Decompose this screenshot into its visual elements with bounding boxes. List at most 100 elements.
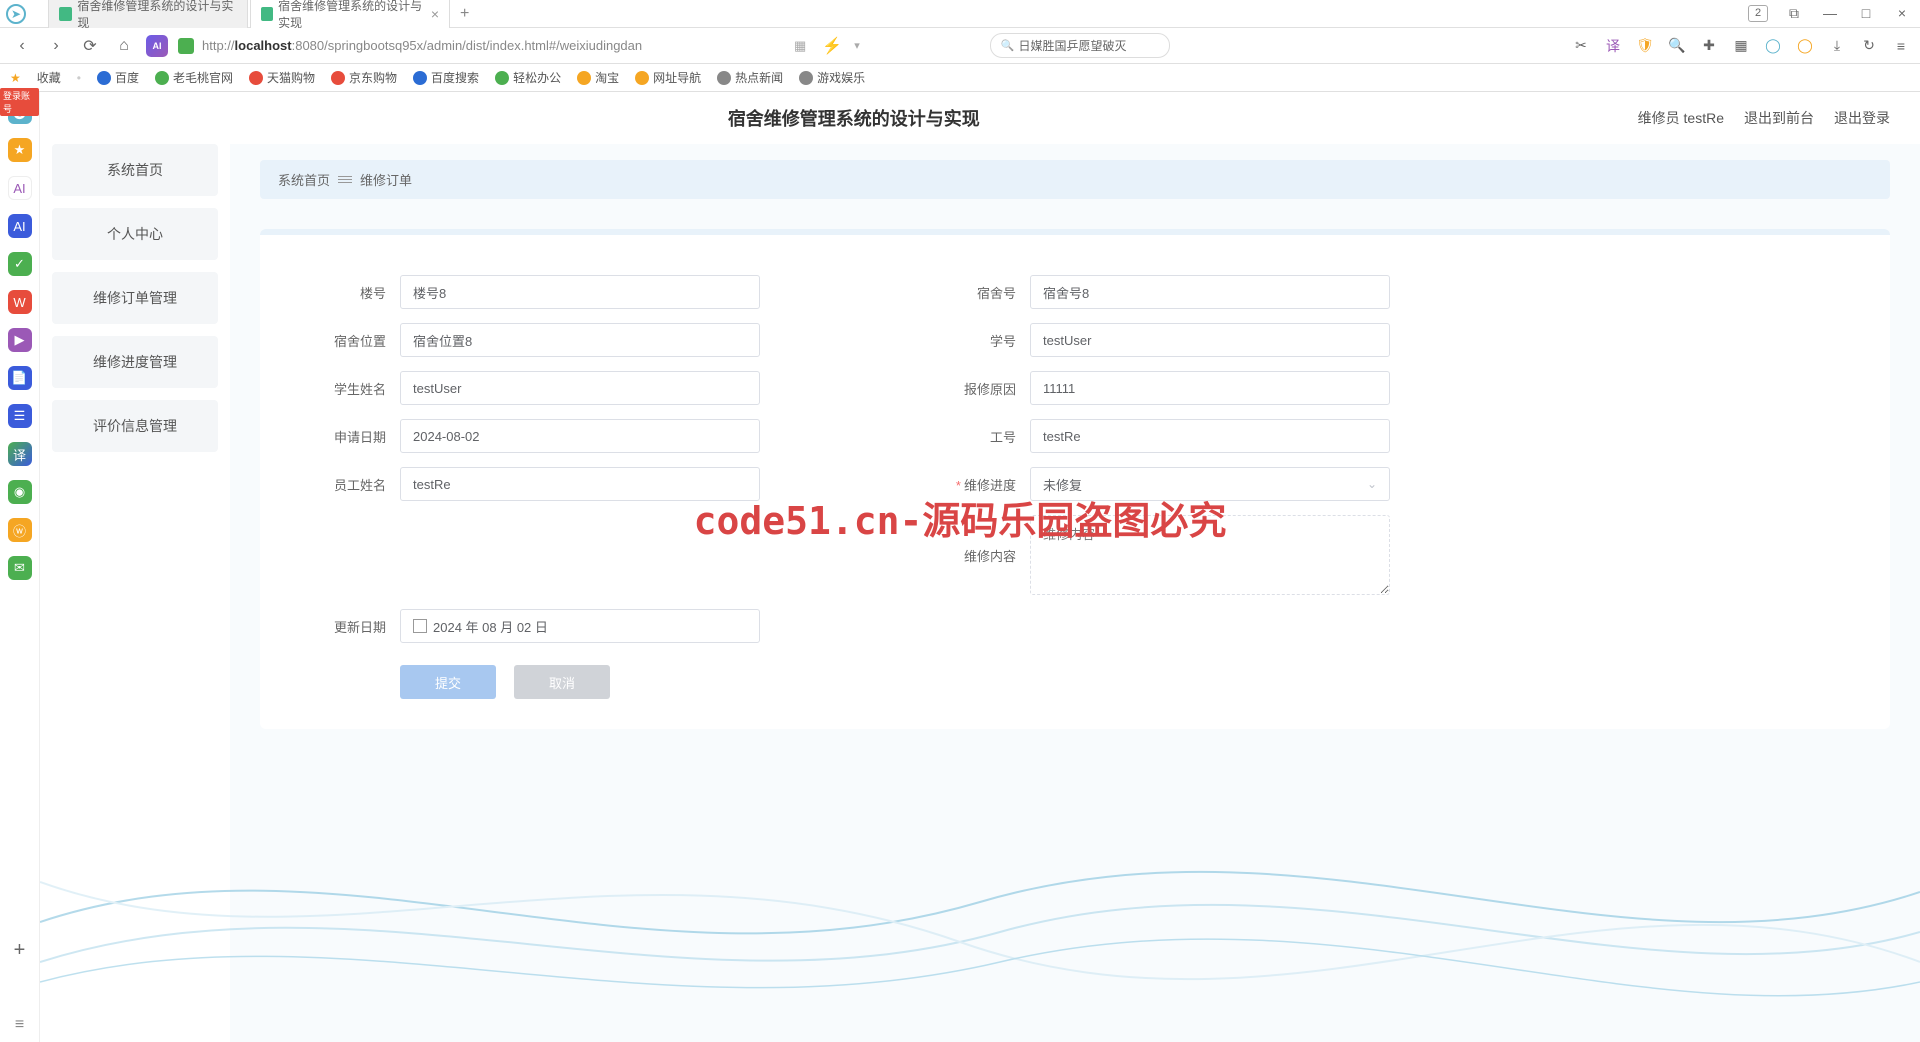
sidebar-item-reviews[interactable]: 评价信息管理 bbox=[52, 400, 218, 452]
sidebar-item-home[interactable]: 系统首页 bbox=[52, 144, 218, 196]
favorites-label: 收藏 bbox=[37, 69, 61, 86]
dock-icon[interactable]: AI bbox=[8, 176, 32, 200]
dock-icon[interactable]: AI bbox=[8, 214, 32, 238]
dock-icon[interactable]: 译 bbox=[8, 442, 32, 466]
vue-icon bbox=[261, 7, 273, 21]
dock-menu-icon[interactable]: ≡ bbox=[15, 1016, 24, 1034]
extensions-icon[interactable]: ⧉ bbox=[1784, 5, 1804, 22]
input-baoxiuyuanyin[interactable] bbox=[1030, 371, 1390, 405]
input-louhao[interactable] bbox=[400, 275, 760, 309]
dock-icon[interactable]: ⓦ bbox=[8, 518, 32, 542]
window-minimize-icon[interactable]: — bbox=[1820, 5, 1840, 22]
page-title: 宿舍维修管理系统的设计与实现 bbox=[70, 105, 1638, 131]
label-xueshengxingming: 学生姓名 bbox=[290, 379, 400, 398]
bookmark-item[interactable]: 百度搜索 bbox=[413, 69, 479, 86]
input-yuangongxingming[interactable] bbox=[400, 467, 760, 501]
dock-icon[interactable]: ✓ bbox=[8, 252, 32, 276]
label-sushehao: 宿舍号 bbox=[920, 283, 1030, 302]
sidebar-item-profile[interactable]: 个人中心 bbox=[52, 208, 218, 260]
vue-icon bbox=[59, 7, 72, 21]
submit-button[interactable]: 提交 bbox=[400, 665, 496, 699]
bookmark-item[interactable]: 老毛桃官网 bbox=[155, 69, 233, 86]
bookmark-item[interactable]: 淘宝 bbox=[577, 69, 619, 86]
ai-button[interactable]: AI bbox=[146, 35, 168, 57]
app-header: 宿舍维修管理系统的设计与实现 维修员 testRe 退出到前台 退出登录 bbox=[40, 92, 1920, 144]
bookmark-item[interactable]: 京东购物 bbox=[331, 69, 397, 86]
bookmark-item[interactable]: 网址导航 bbox=[635, 69, 701, 86]
user-role-name[interactable]: 维修员 testRe bbox=[1638, 108, 1724, 128]
main-content: 系统首页 维修订单 楼号 宿舍号 宿舍位置 学号 学生姓名 报修原因 申请日期 … bbox=[230, 144, 1920, 1042]
download-icon[interactable]: ⤓ bbox=[1828, 37, 1846, 55]
zoom-icon[interactable]: 🔍 bbox=[1668, 37, 1686, 55]
nav-reload-icon[interactable]: ⟳ bbox=[78, 34, 102, 58]
puzzle-icon[interactable]: ✚ bbox=[1700, 37, 1718, 55]
input-sushehao[interactable] bbox=[1030, 275, 1390, 309]
dock-icon[interactable]: ✉ bbox=[8, 556, 32, 580]
dock-icon[interactable]: ◉ bbox=[8, 480, 32, 504]
dock-icon[interactable]: W bbox=[8, 290, 32, 314]
window-maximize-icon[interactable]: □ bbox=[1856, 5, 1876, 22]
site-security-icon bbox=[178, 38, 194, 54]
dock-icon[interactable]: ☰ bbox=[8, 404, 32, 428]
app-root: 宿舍维修管理系统的设计与实现 维修员 testRe 退出到前台 退出登录 系统首… bbox=[40, 92, 1920, 1042]
dock-add-icon[interactable]: + bbox=[14, 939, 26, 962]
textarea-weixiuneirong[interactable] bbox=[1030, 515, 1390, 595]
breadcrumb-separator-icon bbox=[338, 175, 352, 185]
address-bar: ‹ › ⟳ ⌂ AI http://localhost:8080/springb… bbox=[0, 28, 1920, 64]
window-close-icon[interactable]: × bbox=[1892, 5, 1912, 22]
circle-icon[interactable]: ◯ bbox=[1764, 37, 1782, 55]
bookmark-item[interactable]: 热点新闻 bbox=[717, 69, 783, 86]
browser-side-dock: 登录账号 🅒 ★ AI AI ✓ W ▶ 📄 ☰ 译 ◉ ⓦ ✉ + ≡ bbox=[0, 92, 40, 1042]
sidebar-item-repair-progress[interactable]: 维修进度管理 bbox=[52, 336, 218, 388]
breadcrumb-home[interactable]: 系统首页 bbox=[278, 170, 330, 189]
favorites-star-icon[interactable]: ★ bbox=[10, 71, 21, 85]
dock-icon[interactable]: ★ bbox=[8, 138, 32, 162]
new-tab-button[interactable]: + bbox=[452, 3, 477, 25]
circle2-icon[interactable]: ◯ bbox=[1796, 37, 1814, 55]
nav-home-icon[interactable]: ⌂ bbox=[112, 34, 136, 58]
input-shenqingriqi[interactable] bbox=[400, 419, 760, 453]
cancel-button[interactable]: 取消 bbox=[514, 665, 610, 699]
sidebar: 系统首页 个人中心 维修订单管理 维修进度管理 评价信息管理 bbox=[40, 144, 230, 1042]
chevron-down-icon[interactable]: ▾ bbox=[854, 39, 860, 52]
bookmark-item[interactable]: 天猫购物 bbox=[249, 69, 315, 86]
input-xueshengxingming[interactable] bbox=[400, 371, 760, 405]
search-input[interactable]: 日媒胜国乒愿望破灭 bbox=[990, 33, 1170, 58]
browser-logo-icon: ➤ bbox=[6, 4, 26, 24]
apps-icon[interactable]: ▦ bbox=[1732, 37, 1750, 55]
bookmark-item[interactable]: 游戏娱乐 bbox=[799, 69, 865, 86]
input-gonghao[interactable] bbox=[1030, 419, 1390, 453]
tab-count-badge[interactable]: 2 bbox=[1748, 5, 1768, 22]
login-badge[interactable]: 登录账号 bbox=[0, 88, 39, 116]
url-input[interactable]: http://localhost:8080/springbootsq95x/ad… bbox=[178, 38, 778, 54]
bookmarks-bar: ★ 收藏 • 百度 老毛桃官网 天猫购物 京东购物 百度搜索 轻松办公 淘宝 网… bbox=[0, 64, 1920, 92]
shield-icon[interactable]: 🛡 bbox=[1636, 37, 1654, 55]
scissors-icon[interactable]: ✂ bbox=[1572, 37, 1590, 55]
flash-icon[interactable]: ⚡ bbox=[822, 36, 842, 56]
translate-icon[interactable]: 译 bbox=[1604, 37, 1622, 55]
tab-close-icon[interactable]: × bbox=[431, 6, 439, 22]
input-susheweizhi[interactable] bbox=[400, 323, 760, 357]
url-host: localhost bbox=[235, 38, 292, 53]
breadcrumb-current: 维修订单 bbox=[360, 170, 412, 189]
dock-icon[interactable]: ▶ bbox=[8, 328, 32, 352]
bookmark-item[interactable]: 百度 bbox=[97, 69, 139, 86]
sidebar-item-repair-orders[interactable]: 维修订单管理 bbox=[52, 272, 218, 324]
dock-icon[interactable]: 📄 bbox=[8, 366, 32, 390]
input-gengxinriqi[interactable]: 2024 年 08 月 02 日 bbox=[400, 609, 760, 643]
logout-link[interactable]: 退出登录 bbox=[1834, 108, 1890, 128]
input-xuehao[interactable] bbox=[1030, 323, 1390, 357]
bookmark-item[interactable]: 轻松办公 bbox=[495, 69, 561, 86]
label-susheweizhi: 宿舍位置 bbox=[290, 331, 400, 350]
url-path: :8080/springbootsq95x/admin/dist/index.h… bbox=[292, 38, 643, 53]
tab-title: 宿舍维修管理系统的设计与实现 bbox=[77, 0, 237, 31]
nav-back-icon[interactable]: ‹ bbox=[10, 34, 34, 58]
history-icon[interactable]: ↻ bbox=[1860, 37, 1878, 55]
qr-icon[interactable]: ▦ bbox=[794, 38, 806, 54]
menu-icon[interactable]: ≡ bbox=[1892, 37, 1910, 55]
select-weixiujindu[interactable]: 未修复⌄ bbox=[1030, 467, 1390, 501]
browser-tab-strip: 宿舍维修管理系统的设计与实现 宿舍维修管理系统的设计与实现 × + 2 ⧉ — … bbox=[0, 0, 1920, 28]
nav-forward-icon[interactable]: › bbox=[44, 34, 68, 58]
logout-front-link[interactable]: 退出到前台 bbox=[1744, 108, 1814, 128]
calendar-icon bbox=[413, 619, 427, 633]
